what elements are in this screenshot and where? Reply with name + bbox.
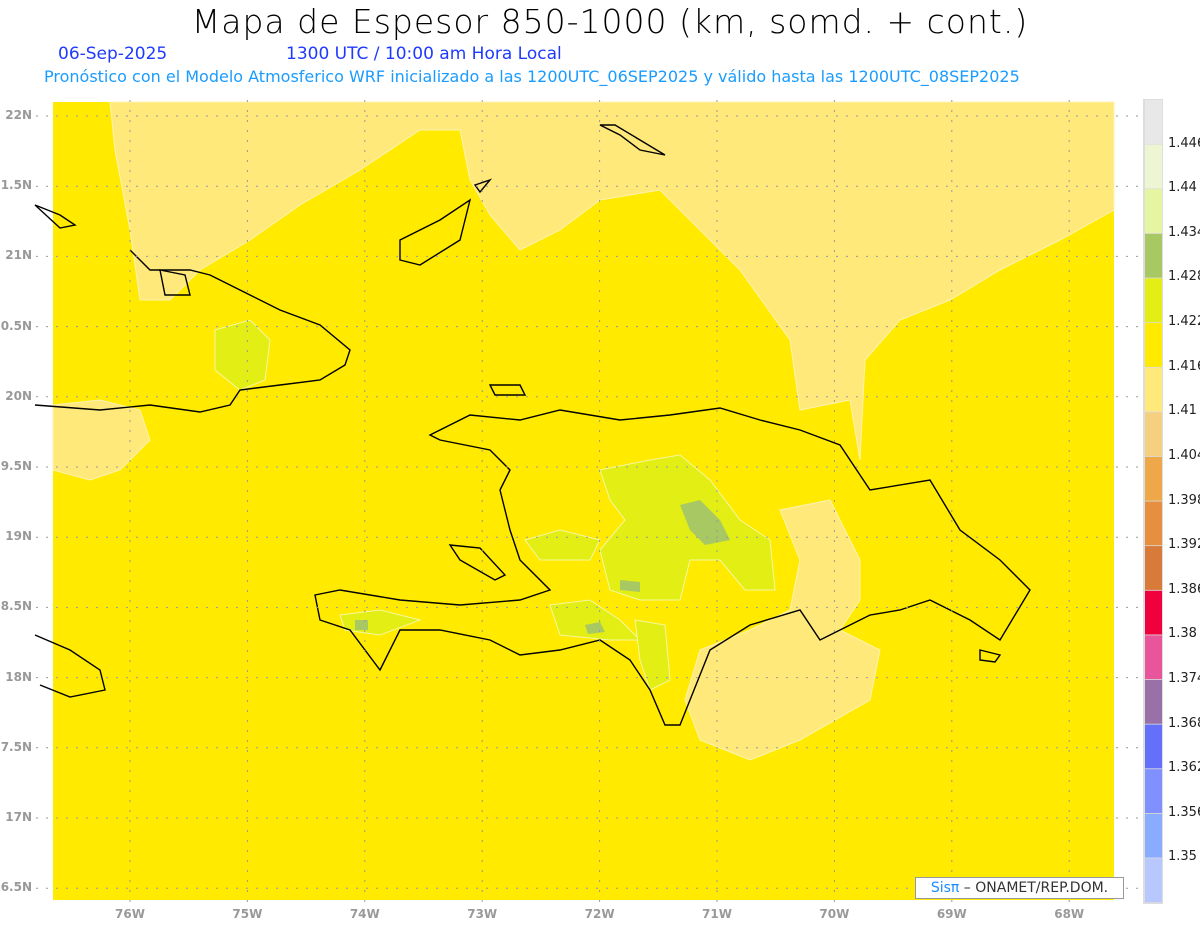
longitude-label: 69W	[936, 907, 967, 921]
latitude-label: 8.5N	[0, 599, 32, 614]
credit-brand: Sisπ	[930, 880, 960, 896]
colorbar-label: 1.428	[1168, 269, 1200, 285]
colorbar	[1143, 99, 1163, 904]
latitude-label: 17N	[5, 810, 32, 824]
colorbar-label: 1.422	[1168, 314, 1200, 330]
map-canvas	[34, 99, 1163, 905]
colorbar-label: 1.416	[1168, 358, 1200, 374]
colorbar-label: 1.398	[1168, 492, 1200, 508]
colorbar-swatch	[1145, 546, 1162, 590]
colorbar-label: 1.446	[1168, 135, 1200, 151]
colorbar-label: 1.44	[1168, 180, 1197, 196]
longitude-label: 74W	[349, 907, 380, 921]
longitude-label: 75W	[232, 907, 263, 921]
colorbar-swatch	[1145, 456, 1162, 501]
forecast-date: 06-Sep-2025	[58, 44, 168, 64]
colorbar-swatch	[1145, 813, 1162, 858]
longitude-label: 72W	[584, 907, 615, 921]
latitude-label: 18N	[5, 669, 32, 684]
colorbar-label: 1.38	[1168, 626, 1197, 642]
colorbar-swatch	[1145, 323, 1162, 367]
latitude-label: 21N	[5, 248, 32, 263]
longitude-label: 76W	[115, 907, 145, 921]
longitude-label: 70W	[819, 907, 850, 921]
latitude-label: 20N	[5, 388, 32, 403]
latitude-label: 9.5N	[0, 459, 32, 473]
longitude-label: 73W	[467, 907, 498, 921]
longitude-label: 71W	[702, 907, 732, 921]
latitude-label: 22N	[5, 108, 32, 122]
colorbar-swatch	[1145, 189, 1162, 234]
colorbar-swatch	[1145, 233, 1162, 278]
colorbar-label: 1.41	[1168, 403, 1197, 419]
colorbar-label: 1.392	[1168, 537, 1200, 553]
colorbar-label: 1.362	[1168, 760, 1200, 776]
map-title: Mapa de Espesor 850-1000 (km, somd. + co…	[191, 2, 1029, 41]
colorbar-label: 1.35	[1168, 849, 1197, 865]
latitude-label: 19N	[5, 529, 32, 544]
colorbar-label: 1.356	[1168, 804, 1200, 820]
colorbar-swatch	[1145, 858, 1162, 903]
credit-label: Sisπ – ONAMET/REP.DOM.	[915, 877, 1124, 899]
colorbar-swatch	[1145, 278, 1162, 323]
colorbar-swatch	[1145, 144, 1162, 189]
colorbar-label: 1.386	[1168, 581, 1200, 597]
longitude-label: 68W	[1054, 907, 1085, 921]
colorbar-label: 1.374	[1168, 670, 1200, 686]
colorbar-swatch	[1145, 724, 1162, 769]
colorbar-swatch	[1145, 412, 1162, 457]
latitude-label: 1.5N	[0, 178, 32, 193]
colorbar-label: 1.434	[1168, 224, 1200, 240]
credit-text: – ONAMET/REP.DOM.	[959, 880, 1109, 896]
model-description: Pronóstico con el Modelo Atmosferico WRF…	[44, 67, 1020, 86]
colorbar-swatch	[1145, 590, 1162, 635]
colorbar-label: 1.404	[1168, 447, 1200, 463]
forecast-time: 1300 UTC / 10:00 am Hora Local	[286, 44, 562, 64]
latitude-label: 6.5N	[0, 880, 32, 895]
colorbar-swatch	[1145, 367, 1162, 412]
colorbar-swatch	[1145, 100, 1162, 144]
colorbar-swatch	[1145, 679, 1162, 724]
colorbar-swatch	[1145, 501, 1162, 546]
latitude-label: 0.5N	[0, 318, 32, 333]
colorbar-swatch	[1145, 769, 1162, 813]
colorbar-swatch	[1145, 635, 1162, 680]
colorbar-label: 1.368	[1168, 715, 1200, 731]
latitude-label: 7.5N	[0, 739, 32, 754]
